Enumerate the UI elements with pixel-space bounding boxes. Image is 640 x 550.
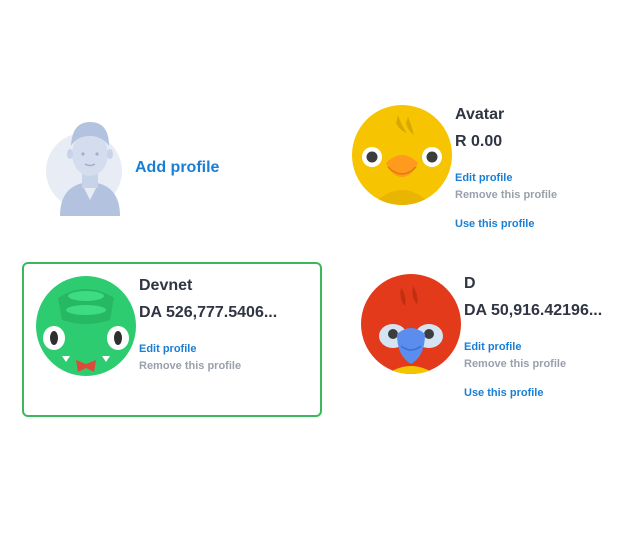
- edit-profile-link[interactable]: Edit profile: [455, 172, 512, 184]
- profile-balance: DA 50,916.42196...: [464, 302, 603, 319]
- snake-avatar-icon: [36, 276, 136, 376]
- profile-balance: R 0.00: [455, 133, 503, 150]
- profile-card-d[interactable]: D DA 50,916.42196... Edit profile Remove…: [349, 262, 639, 417]
- edit-profile-link[interactable]: Edit profile: [139, 343, 196, 355]
- remove-profile-link[interactable]: Remove this profile: [139, 360, 241, 372]
- remove-profile-link[interactable]: Remove this profile: [455, 189, 557, 201]
- user-silhouette-icon: [46, 116, 126, 225]
- profile-name: Devnet: [139, 277, 193, 294]
- chick-avatar-icon: [352, 105, 452, 205]
- add-profile-button[interactable]: Add profile: [46, 116, 306, 226]
- add-profile-label: Add profile: [135, 159, 220, 176]
- profile-balance: DA 526,777.5406...: [139, 304, 278, 321]
- use-profile-link[interactable]: Use this profile: [464, 387, 543, 399]
- profile-name: D: [464, 275, 476, 292]
- parrot-avatar-icon: [361, 274, 461, 374]
- profile-card-avatar[interactable]: Avatar R 0.00 Edit profile Remove this p…: [340, 93, 640, 248]
- profile-card-devnet[interactable]: Devnet DA 526,777.5406... Edit profile R…: [22, 262, 322, 417]
- edit-profile-link[interactable]: Edit profile: [464, 341, 521, 353]
- profile-selector: Add profile Avatar R 0.00 Edit profile R…: [0, 0, 640, 550]
- remove-profile-link[interactable]: Remove this profile: [464, 358, 566, 370]
- use-profile-link[interactable]: Use this profile: [455, 218, 534, 230]
- profile-name: Avatar: [455, 106, 505, 123]
